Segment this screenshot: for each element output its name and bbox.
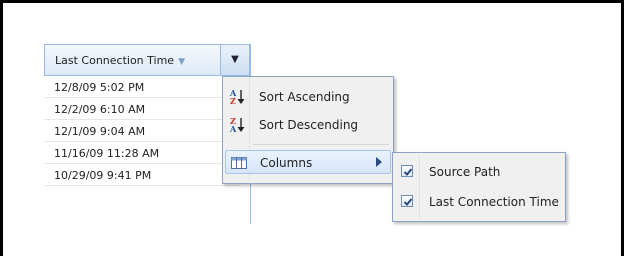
- svg-text:A: A: [229, 124, 237, 134]
- menu-separator: [253, 144, 389, 145]
- table-row[interactable]: 11/16/09 11:28 AM: [44, 142, 240, 164]
- column-header-cell[interactable]: Last Connection Time ▼: [45, 45, 221, 75]
- cell-last-connection: 12/8/09 5:02 PM: [54, 81, 145, 94]
- table-row[interactable]: 12/2/09 6:10 AM: [44, 98, 240, 120]
- table-row[interactable]: 10/29/09 9:41 PM: [44, 164, 240, 186]
- menu-item-label: Source Path: [429, 165, 501, 179]
- grid-column: Last Connection Time ▼ ▼ 12/8/09 5:02 PM …: [44, 44, 251, 224]
- menu-item-last-connection-time[interactable]: Last Connection Time: [395, 190, 563, 214]
- menu-item-source-path[interactable]: Source Path: [395, 160, 563, 184]
- menu-item-sort-ascending[interactable]: A Z Sort Ascending: [225, 85, 391, 109]
- checkmark-icon: [403, 198, 413, 206]
- cell-last-connection: 12/2/09 6:10 AM: [54, 103, 146, 116]
- menu-item-sort-descending[interactable]: Z A Sort Descending: [225, 113, 391, 137]
- cell-last-connection: 10/29/09 9:41 PM: [54, 169, 152, 182]
- cell-last-connection: 11/16/09 11:28 AM: [54, 147, 160, 160]
- column-header-label: Last Connection Time: [55, 54, 175, 67]
- chevron-right-icon: [376, 157, 382, 167]
- menu-item-label: Sort Ascending: [259, 90, 350, 104]
- cell-last-connection: 12/1/09 9:04 AM: [54, 125, 146, 138]
- column-menu: A Z Sort Ascending Z A Sort Descending C…: [222, 76, 394, 184]
- menu-item-label: Last Connection Time: [429, 195, 559, 209]
- column-menu-trigger[interactable]: ▼: [221, 45, 249, 75]
- dropdown-arrow-icon: ▼: [231, 54, 239, 65]
- menu-item-label: Columns: [260, 156, 313, 170]
- checkmark-icon: [403, 168, 413, 176]
- table-row[interactable]: 12/8/09 5:02 PM: [44, 76, 240, 98]
- table-row[interactable]: 12/1/09 9:04 AM: [44, 120, 240, 142]
- svg-text:Z: Z: [230, 96, 236, 106]
- columns-submenu: Source Path Last Connection Time: [392, 152, 566, 222]
- menu-item-columns[interactable]: Columns: [225, 150, 391, 174]
- checkbox-source-path[interactable]: [401, 165, 413, 177]
- sort-az-icon: A Z: [229, 88, 247, 106]
- columns-icon: [230, 154, 248, 172]
- sort-down-icon: ▼: [178, 57, 185, 67]
- menu-item-label: Sort Descending: [259, 118, 359, 132]
- column-header[interactable]: Last Connection Time ▼ ▼: [44, 44, 250, 76]
- checkbox-last-connection-time[interactable]: [401, 195, 413, 207]
- sort-za-icon: Z A: [229, 116, 247, 134]
